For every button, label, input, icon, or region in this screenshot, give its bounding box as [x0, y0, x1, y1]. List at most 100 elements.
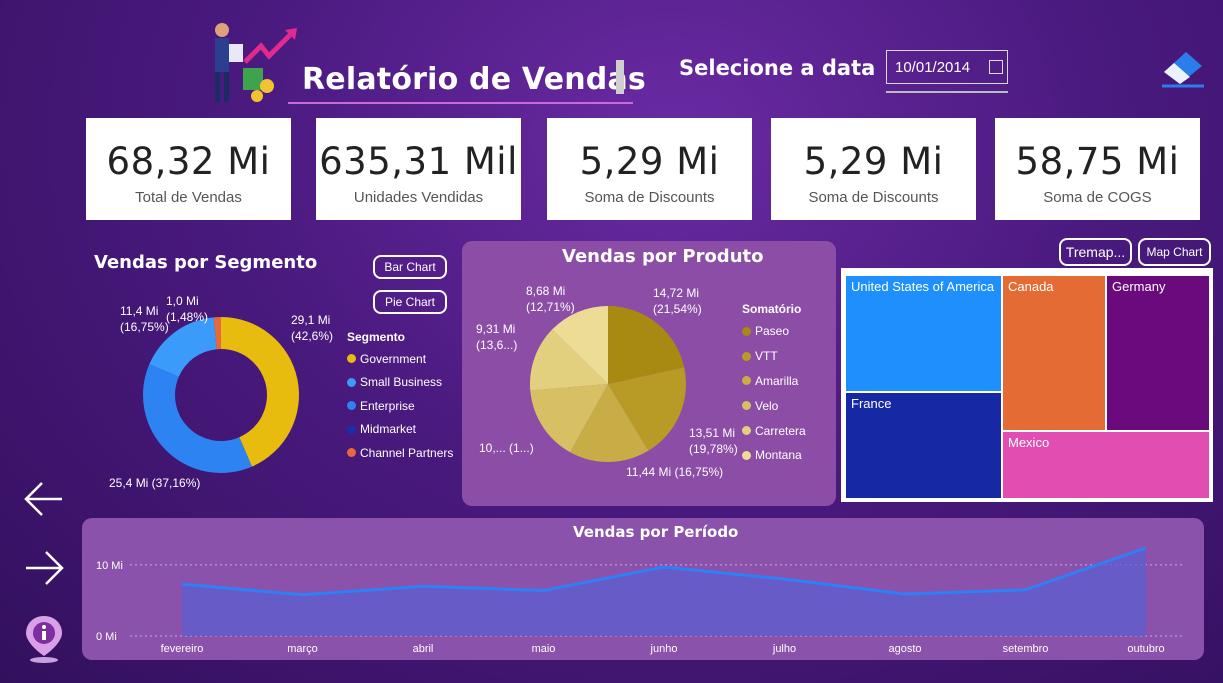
x-tick-label: julho — [772, 643, 796, 655]
donut-label-enterprise: 25,4 Mi (37,16%) — [109, 476, 201, 490]
treemap-button[interactable]: Tremap... — [1059, 238, 1132, 266]
pie-label-carretera: 9,31 Mi (13,6...) — [476, 322, 518, 352]
legend-label: Enterprise — [360, 398, 415, 413]
kpi-label: Soma de Discounts — [808, 189, 939, 206]
kpi-label: Soma de Discounts — [584, 189, 715, 206]
treemap-cell-label: Germany — [1112, 279, 1166, 294]
kpi-card-soma-cogs: 58,75 Mi Soma de COGS — [995, 118, 1200, 220]
country-treemap: United States of America Canada Germany … — [841, 268, 1213, 502]
kpi-card-soma-discounts: 5,29 Mi Soma de Discounts — [547, 118, 752, 220]
legend-label: Velo — [755, 398, 779, 413]
period-chart-title: Vendas por Período — [573, 523, 739, 541]
kpi-card-soma-discounts-2: 5,29 Mi Soma de Discounts — [771, 118, 976, 220]
back-arrow-icon[interactable] — [22, 480, 66, 518]
page-title: Relatório de Vendas — [302, 62, 646, 97]
donut-slice-enterprise[interactable] — [143, 364, 252, 473]
treemap-cell-label: Mexico — [1008, 435, 1050, 450]
legend-dot — [347, 354, 356, 364]
legend-item-amarilla[interactable]: Amarilla — [742, 369, 806, 394]
kpi-card-total-vendas: 68,32 Mi Total de Vendas — [86, 118, 291, 220]
kpi-label: Unidades Vendidas — [353, 189, 484, 206]
donut-label-channel: 1,0 Mi (1,48%) — [166, 294, 209, 324]
calendar-icon[interactable] — [989, 60, 1003, 74]
product-legend-title: Somatório — [742, 302, 802, 316]
legend-item-midmarket[interactable]: Midmarket — [347, 418, 453, 442]
legend-dot — [742, 326, 751, 336]
x-tick-label: fevereiro — [161, 643, 204, 655]
legend-label: Government — [360, 351, 427, 366]
date-filter-label: Selecione a data — [679, 56, 876, 80]
treemap-cell-label: France — [851, 396, 892, 411]
kpi-label: Soma de COGS — [1043, 189, 1152, 206]
x-tick-label: outubro — [1127, 643, 1164, 655]
x-tick-label: junho — [650, 643, 678, 655]
legend-label: Amarilla — [755, 373, 799, 388]
segment-donut-chart[interactable] — [138, 312, 304, 478]
legend-item-vtt[interactable]: VTT — [742, 344, 806, 369]
kpi-value: 5,29 Mi — [579, 140, 720, 183]
pie-chart-button[interactable]: Pie Chart — [373, 290, 447, 314]
x-tick-label: maio — [532, 643, 556, 655]
pie-label-velo: 10,... (1...) — [479, 441, 534, 455]
legend-dot — [347, 424, 356, 434]
legend-dot — [742, 351, 751, 361]
legend-dot — [742, 376, 751, 386]
kpi-value: 68,32 Mi — [106, 140, 271, 183]
y-tick-label: 10 Mi — [96, 560, 123, 572]
legend-item-government[interactable]: Government — [347, 347, 453, 371]
kpi-value: 5,29 Mi — [803, 140, 944, 183]
legend-label: Midmarket — [360, 422, 417, 437]
map-chart-button[interactable]: Map Chart — [1138, 238, 1211, 266]
kpi-value: 635,31 Mil — [319, 140, 518, 183]
date-slider-track[interactable] — [886, 91, 1008, 93]
treemap-cell-france[interactable]: France — [846, 393, 1001, 498]
product-legend: Somatório Paseo VTT Amarilla Velo Carret… — [742, 301, 806, 468]
pie-label-vtt: 13,51 Mi (19,78%) — [689, 426, 738, 456]
title-underline — [288, 102, 633, 104]
treemap-cell-label: United States of America — [851, 279, 995, 294]
legend-item-velo[interactable]: Velo — [742, 393, 806, 418]
legend-dot — [742, 426, 751, 436]
legend-label: Channel Partners — [360, 445, 454, 460]
kpi-value: 58,75 Mi — [1015, 140, 1180, 183]
kpi-label: Total de Vendas — [135, 189, 242, 206]
date-picker-input[interactable]: 10/01/2014 — [886, 50, 1008, 84]
x-tick-label: setembro — [1003, 643, 1049, 655]
legend-label: Carretera — [755, 423, 806, 438]
forward-arrow-icon[interactable] — [22, 549, 66, 587]
legend-label: Small Business — [360, 375, 443, 390]
treemap-cell-germany[interactable]: Germany — [1107, 276, 1209, 430]
segment-legend: Segmento Government Small Business Enter… — [347, 329, 453, 465]
legend-item-paseo[interactable]: Paseo — [742, 319, 806, 344]
x-tick-label: agosto — [888, 643, 921, 655]
legend-label: Montana — [755, 448, 802, 463]
legend-item-montana[interactable]: Montana — [742, 443, 806, 468]
product-chart-title: Vendas por Produto — [562, 246, 764, 267]
legend-label: VTT — [755, 349, 778, 364]
bar-chart-button[interactable]: Bar Chart — [373, 255, 447, 279]
legend-dot — [742, 450, 751, 460]
segment-chart-title: Vendas por Segmento — [94, 252, 318, 273]
info-pin-icon[interactable] — [22, 614, 66, 664]
date-value: 10/01/2014 — [895, 58, 971, 76]
legend-item-carretera[interactable]: Carretera — [742, 418, 806, 443]
product-pie-chart[interactable] — [529, 305, 687, 463]
pie-label-amarilla: 11,44 Mi (16,75%) — [626, 465, 724, 479]
treemap-cell-canada[interactable]: Canada — [1003, 276, 1105, 430]
eraser-icon[interactable] — [1158, 46, 1208, 88]
treemap-cell-usa[interactable]: United States of America — [846, 276, 1001, 391]
legend-item-channel-partners[interactable]: Channel Partners — [347, 441, 453, 465]
treemap-cell-label: Canada — [1008, 279, 1054, 294]
legend-item-enterprise[interactable]: Enterprise — [347, 394, 453, 418]
x-tick-label: março — [287, 643, 318, 655]
segment-legend-title: Segmento — [347, 330, 406, 344]
legend-item-small-business[interactable]: Small Business — [347, 371, 453, 395]
donut-label-government: 29,1 Mi (42,6%) — [291, 313, 334, 343]
period-area-chart[interactable]: 10 Mi 0 Mi fevereiro março abril maio junho jul… — [82, 545, 1204, 660]
legend-dot — [347, 448, 356, 458]
legend-dot — [742, 401, 751, 411]
x-tick-label: abril — [413, 643, 434, 655]
kpi-card-unidades-vendidas: 635,31 Mil Unidades Vendidas — [316, 118, 521, 220]
treemap-cell-mexico[interactable]: Mexico — [1003, 432, 1209, 498]
title-divider — [616, 60, 624, 94]
